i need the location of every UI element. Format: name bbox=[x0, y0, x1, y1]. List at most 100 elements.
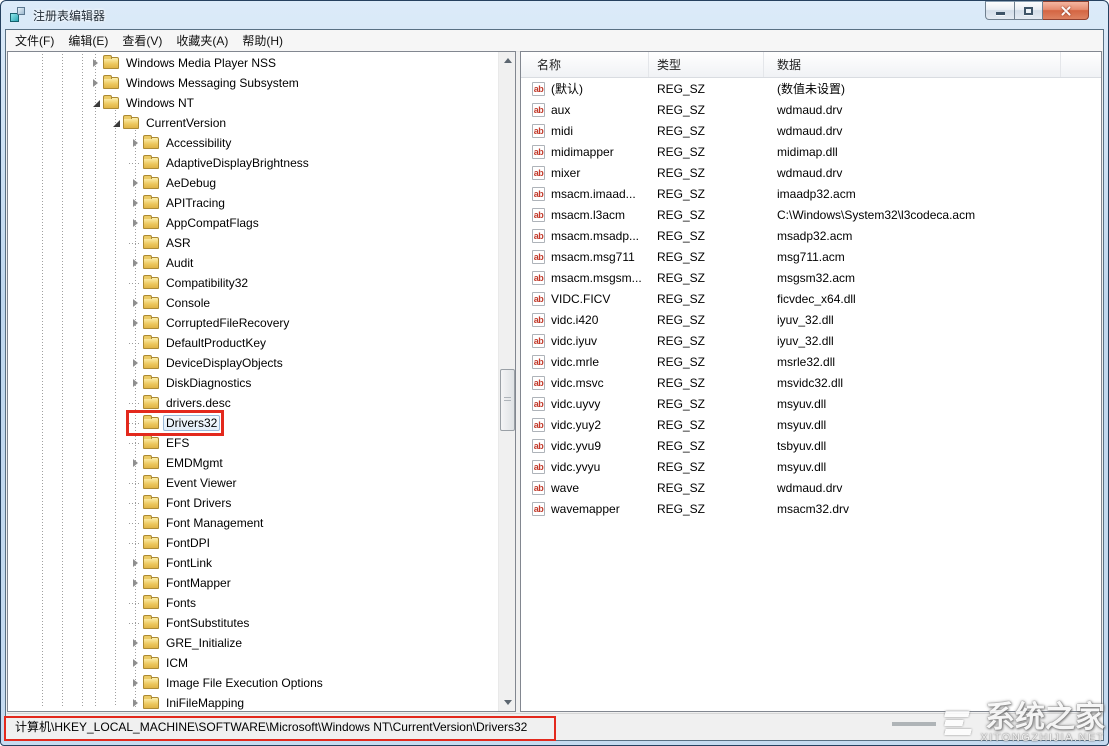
registry-value-row-vidc-iyuv[interactable]: abvidc.iyuvREG_SZiyuv_32.dll bbox=[521, 330, 1101, 351]
registry-value-row-msacm-msadp[interactable]: abmsacm.msadp...REG_SZmsadp32.acm bbox=[521, 225, 1101, 246]
expand-icon[interactable] bbox=[128, 256, 142, 270]
tree-item-label: ICM bbox=[163, 655, 191, 671]
tree-item-console[interactable]: Console bbox=[8, 293, 498, 313]
registry-value-row-item[interactable]: ab(默认)REG_SZ(数值未设置) bbox=[521, 78, 1101, 99]
tree-item-windows-messaging-subsystem[interactable]: Windows Messaging Subsystem bbox=[8, 73, 498, 93]
tree-item-accessibility[interactable]: Accessibility bbox=[8, 133, 498, 153]
scroll-down-button[interactable] bbox=[499, 694, 516, 711]
minimize-button[interactable] bbox=[985, 1, 1015, 20]
registry-value-row-vidc-yuy2[interactable]: abvidc.yuy2REG_SZmsyuv.dll bbox=[521, 414, 1101, 435]
column-header-name[interactable]: 名称 bbox=[521, 52, 649, 77]
tree-item-adaptivedisplaybrightness[interactable]: AdaptiveDisplayBrightness bbox=[8, 153, 498, 173]
tree-guide-stub bbox=[128, 536, 142, 550]
tree-item-drivers32[interactable]: Drivers32 bbox=[8, 413, 498, 433]
tree-item-emdmgmt[interactable]: EMDMgmt bbox=[8, 453, 498, 473]
tree-item-fontmapper[interactable]: FontMapper bbox=[8, 573, 498, 593]
scroll-up-button[interactable] bbox=[499, 52, 516, 69]
expand-icon[interactable] bbox=[128, 636, 142, 650]
tree-item-corruptedfilerecovery[interactable]: CorruptedFileRecovery bbox=[8, 313, 498, 333]
tree-item-image-file-execution-options[interactable]: Image File Execution Options bbox=[8, 673, 498, 693]
maximize-button[interactable] bbox=[1015, 1, 1043, 20]
tree-item-audit[interactable]: Audit bbox=[8, 253, 498, 273]
tree-item-fontdpi[interactable]: FontDPI bbox=[8, 533, 498, 553]
column-header-type[interactable]: 类型 bbox=[649, 52, 764, 77]
tree-item-devicedisplayobjects[interactable]: DeviceDisplayObjects bbox=[8, 353, 498, 373]
tree-item-event-viewer[interactable]: Event Viewer bbox=[8, 473, 498, 493]
tree-item-efs[interactable]: EFS bbox=[8, 433, 498, 453]
expand-icon[interactable] bbox=[88, 56, 102, 70]
registry-editor-window: 注册表编辑器 文件(F)编辑(E)查看(V)收藏夹(A)帮助(H) Window… bbox=[0, 0, 1109, 746]
registry-value-row-msacm-msg711[interactable]: abmsacm.msg711REG_SZmsg711.acm bbox=[521, 246, 1101, 267]
expand-icon[interactable] bbox=[128, 456, 142, 470]
menu-help[interactable]: 帮助(H) bbox=[235, 30, 290, 51]
value-type: REG_SZ bbox=[649, 145, 764, 159]
tree-item-windows-media-player-nss[interactable]: Windows Media Player NSS bbox=[8, 53, 498, 73]
expand-icon[interactable] bbox=[128, 676, 142, 690]
expand-icon[interactable] bbox=[128, 176, 142, 190]
menu-favorites[interactable]: 收藏夹(A) bbox=[169, 30, 235, 51]
registry-value-row-mixer[interactable]: abmixerREG_SZwdmaud.drv bbox=[521, 162, 1101, 183]
expand-icon[interactable] bbox=[128, 376, 142, 390]
registry-value-row-aux[interactable]: abauxREG_SZwdmaud.drv bbox=[521, 99, 1101, 120]
registry-value-row-vidc-msvc[interactable]: abvidc.msvcREG_SZmsvidc32.dll bbox=[521, 372, 1101, 393]
registry-value-row-msacm-msgsm[interactable]: abmsacm.msgsm...REG_SZmsgsm32.acm bbox=[521, 267, 1101, 288]
expand-icon[interactable] bbox=[128, 556, 142, 570]
expand-icon[interactable] bbox=[128, 196, 142, 210]
tree-item-compatibility32[interactable]: Compatibility32 bbox=[8, 273, 498, 293]
expand-icon[interactable] bbox=[128, 136, 142, 150]
tree-vertical-scrollbar[interactable] bbox=[498, 52, 515, 711]
tree-item-asr[interactable]: ASR bbox=[8, 233, 498, 253]
registry-value-row-vidc-mrle[interactable]: abvidc.mrleREG_SZmsrle32.dll bbox=[521, 351, 1101, 372]
value-name: vidc.yvyu bbox=[551, 460, 600, 474]
registry-value-row-vidc-yvu9[interactable]: abvidc.yvu9REG_SZtsbyuv.dll bbox=[521, 435, 1101, 456]
tree-item-font-drivers[interactable]: Font Drivers bbox=[8, 493, 498, 513]
tree-item-fontsubstitutes[interactable]: FontSubstitutes bbox=[8, 613, 498, 633]
tree-item-aedebug[interactable]: AeDebug bbox=[8, 173, 498, 193]
tree-item-fontlink[interactable]: FontLink bbox=[8, 553, 498, 573]
tree-item-defaultproductkey[interactable]: DefaultProductKey bbox=[8, 333, 498, 353]
registry-value-row-msacm-l3acm[interactable]: abmsacm.l3acmREG_SZC:\Windows\System32\l… bbox=[521, 204, 1101, 225]
expand-icon[interactable] bbox=[128, 576, 142, 590]
menu-edit[interactable]: 编辑(E) bbox=[61, 30, 115, 51]
expand-icon[interactable] bbox=[128, 216, 142, 230]
registry-value-row-wavemapper[interactable]: abwavemapperREG_SZmsacm32.drv bbox=[521, 498, 1101, 519]
registry-value-row-vidc-uyvy[interactable]: abvidc.uyvyREG_SZmsyuv.dll bbox=[521, 393, 1101, 414]
tree-item-font-management[interactable]: Font Management bbox=[8, 513, 498, 533]
string-value-icon: ab bbox=[532, 124, 545, 138]
folder-icon bbox=[143, 277, 159, 289]
scrollbar-thumb[interactable] bbox=[500, 369, 515, 431]
tree-item-icm[interactable]: ICM bbox=[8, 653, 498, 673]
tree-item-apitracing[interactable]: APITracing bbox=[8, 193, 498, 213]
folder-icon bbox=[143, 137, 159, 149]
registry-value-row-vidc-yvyu[interactable]: abvidc.yvyuREG_SZmsyuv.dll bbox=[521, 456, 1101, 477]
registry-value-row-wave[interactable]: abwaveREG_SZwdmaud.drv bbox=[521, 477, 1101, 498]
expand-icon[interactable] bbox=[128, 296, 142, 310]
collapse-icon[interactable] bbox=[88, 96, 102, 110]
title-bar[interactable]: 注册表编辑器 bbox=[1, 1, 1108, 29]
expand-icon[interactable] bbox=[128, 696, 142, 710]
menu-file[interactable]: 文件(F) bbox=[8, 30, 61, 51]
tree-item-windows-nt[interactable]: Windows NT bbox=[8, 93, 498, 113]
expand-icon[interactable] bbox=[128, 356, 142, 370]
tree-item-drivers-desc[interactable]: drivers.desc bbox=[8, 393, 498, 413]
tree-item-inifilemapping[interactable]: IniFileMapping bbox=[8, 693, 498, 711]
column-header-data[interactable]: 数据 bbox=[764, 52, 1061, 77]
tree-item-fonts[interactable]: Fonts bbox=[8, 593, 498, 613]
tree-item-appcompatflags[interactable]: AppCompatFlags bbox=[8, 213, 498, 233]
registry-value-row-vidc-i420[interactable]: abvidc.i420REG_SZiyuv_32.dll bbox=[521, 309, 1101, 330]
collapse-icon[interactable] bbox=[108, 116, 122, 130]
expand-icon[interactable] bbox=[88, 76, 102, 90]
registry-value-row-midimapper[interactable]: abmidimapperREG_SZmidimap.dll bbox=[521, 141, 1101, 162]
tree-item-gre-initialize[interactable]: GRE_Initialize bbox=[8, 633, 498, 653]
tree-item-currentversion[interactable]: CurrentVersion bbox=[8, 113, 498, 133]
string-value-icon: ab bbox=[532, 313, 545, 327]
expand-icon[interactable] bbox=[128, 316, 142, 330]
menu-view[interactable]: 查看(V) bbox=[115, 30, 169, 51]
registry-value-row-msacm-imaad[interactable]: abmsacm.imaad...REG_SZimaadp32.acm bbox=[521, 183, 1101, 204]
expand-icon[interactable] bbox=[128, 656, 142, 670]
close-button[interactable] bbox=[1043, 1, 1089, 20]
registry-value-row-midi[interactable]: abmidiREG_SZwdmaud.drv bbox=[521, 120, 1101, 141]
value-data: msvidc32.dll bbox=[764, 376, 1061, 390]
tree-item-diskdiagnostics[interactable]: DiskDiagnostics bbox=[8, 373, 498, 393]
registry-value-row-vidc-ficv[interactable]: abVIDC.FICVREG_SZficvdec_x64.dll bbox=[521, 288, 1101, 309]
